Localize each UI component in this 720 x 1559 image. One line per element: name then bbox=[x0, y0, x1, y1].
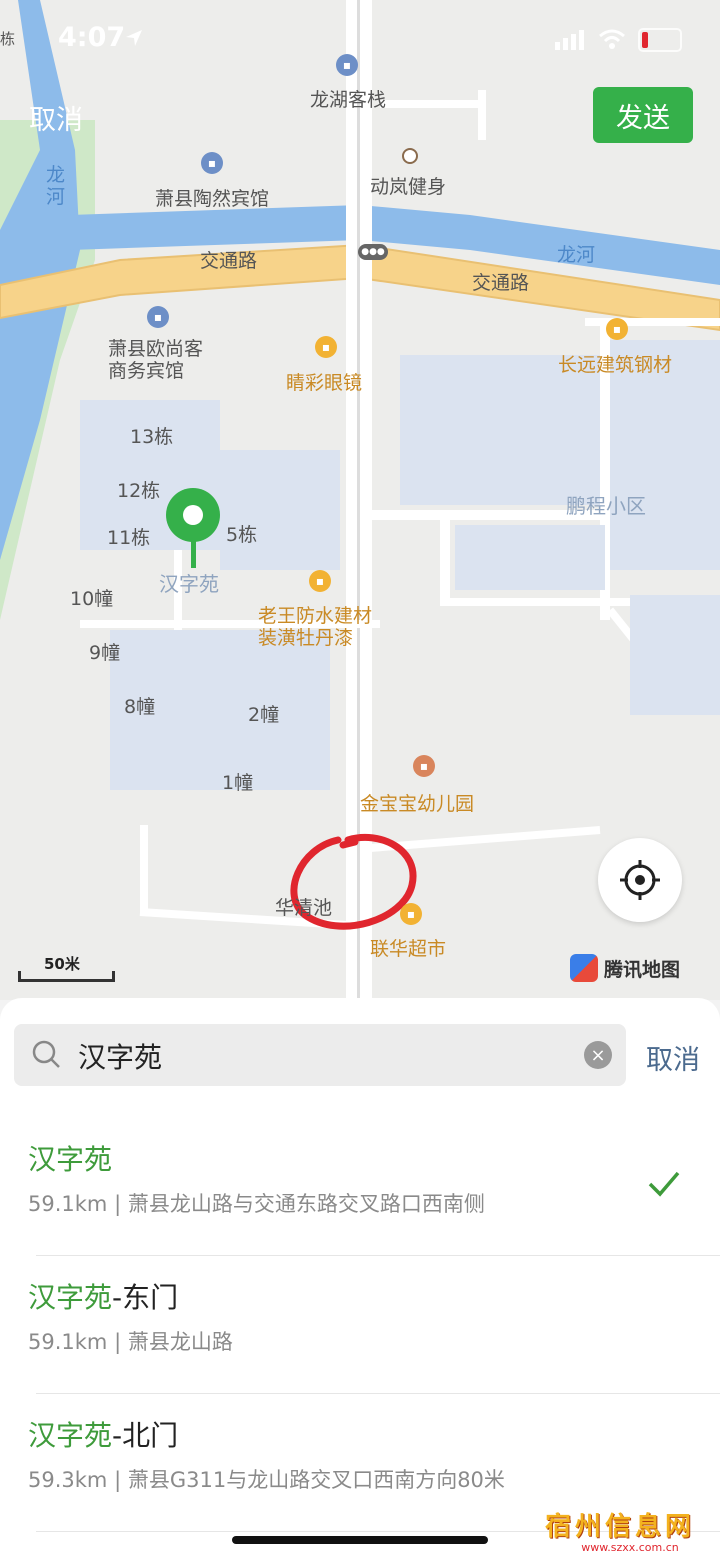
checkmark-icon bbox=[648, 1171, 680, 1197]
provider-label: 腾讯地图 bbox=[604, 958, 681, 981]
area-label: 汉字苑 bbox=[159, 572, 219, 596]
map-scale: 50米 bbox=[18, 953, 115, 983]
area-label: 鹏程小区 bbox=[566, 494, 646, 518]
crosshair-icon bbox=[620, 860, 660, 900]
poi-label[interactable]: 老王防水建材 装潢牡丹漆 bbox=[258, 605, 372, 649]
result-item[interactable]: 汉字苑 59.1km | 萧县龙山路与交通东路交叉路口西南侧 bbox=[0, 1118, 720, 1256]
traffic-light-icon: ●●● bbox=[358, 244, 388, 260]
building-label: 9幢 bbox=[89, 642, 121, 664]
building-label: 10幢 bbox=[70, 588, 114, 610]
building-label: 8幢 bbox=[124, 696, 156, 718]
status-bar: 4:07 bbox=[0, 0, 720, 80]
signal-icon bbox=[555, 30, 584, 50]
search-icon bbox=[32, 1040, 60, 1068]
poi-label[interactable]: 长远建筑钢材 bbox=[558, 350, 672, 377]
search-bar[interactable]: × bbox=[14, 1024, 626, 1086]
poi-label[interactable]: 龙湖客栈 bbox=[310, 85, 386, 112]
poi-label[interactable]: 萧县欧尚客 商务宾馆 bbox=[108, 338, 203, 382]
result-address: 59.1km | 萧县龙山路与交通东路交叉路口西南侧 bbox=[28, 1192, 485, 1216]
shop-icon[interactable]: ▪ bbox=[315, 336, 337, 358]
hotel-icon[interactable]: ▪ bbox=[201, 152, 223, 174]
search-input[interactable] bbox=[76, 1032, 560, 1080]
home-indicator[interactable] bbox=[232, 1536, 488, 1544]
gym-dot-icon[interactable] bbox=[402, 148, 418, 164]
result-address: 59.1km | 萧县龙山路 bbox=[28, 1330, 233, 1354]
road-label: 交通路 bbox=[200, 250, 258, 272]
poi-label[interactable]: 联华超市 bbox=[370, 934, 446, 961]
tencent-map-logo: 腾讯地图 bbox=[570, 952, 680, 984]
building-block bbox=[630, 595, 720, 715]
shop-icon[interactable]: ▪ bbox=[606, 318, 628, 340]
hotel-icon[interactable]: ▪ bbox=[147, 306, 169, 328]
school-icon[interactable]: ▪ bbox=[413, 755, 435, 777]
shop-icon[interactable]: ▪ bbox=[309, 570, 331, 592]
building-label: 13栋 bbox=[130, 426, 174, 448]
locate-me-button[interactable] bbox=[598, 838, 682, 922]
building-label: 11栋 bbox=[107, 527, 151, 549]
location-arrow-icon bbox=[126, 30, 142, 46]
map-view[interactable]: ▪ ▪ ▪ ▪ ▪ ▪ ▪ ▪ ●●● 龙湖客栈 动岚健身 萧县陶然宾馆 交通路… bbox=[0, 0, 720, 1000]
battery-icon bbox=[638, 28, 682, 52]
poi-label[interactable]: 睛彩眼镜 bbox=[286, 368, 362, 395]
site-watermark: 宿州信息网 www.szxx.com.cn bbox=[545, 1506, 715, 1556]
scale-label: 50米 bbox=[44, 955, 80, 973]
poi-label[interactable]: 金宝宝幼儿园 bbox=[360, 789, 474, 816]
location-pin-icon[interactable] bbox=[166, 488, 222, 568]
poi-label[interactable]: 华清池 bbox=[275, 893, 332, 920]
send-button[interactable]: 发送 bbox=[593, 87, 693, 143]
search-cancel-button[interactable]: 取消 bbox=[646, 1038, 700, 1077]
result-title: 汉字苑 bbox=[28, 1143, 113, 1176]
clock: 4:07 bbox=[58, 22, 126, 53]
road-label: 交通路 bbox=[472, 272, 530, 294]
poi-label[interactable]: 萧县陶然宾馆 bbox=[155, 184, 269, 211]
river-label: 龙 河 bbox=[46, 164, 66, 208]
building-block bbox=[455, 525, 605, 590]
building-label: 12栋 bbox=[117, 480, 161, 502]
river-label: 龙河 bbox=[557, 244, 596, 266]
cancel-button[interactable]: 取消 bbox=[29, 98, 83, 137]
wifi-icon bbox=[599, 29, 625, 49]
result-title: 汉字苑-东门 bbox=[28, 1281, 179, 1314]
building-block bbox=[400, 355, 600, 505]
search-sheet: × 取消 汉字苑 59.1km | 萧县龙山路与交通东路交叉路口西南侧 汉字苑-… bbox=[0, 998, 720, 1559]
compass-icon bbox=[570, 954, 598, 982]
watermark-brand: 宿州信息网 bbox=[545, 1512, 696, 1542]
result-item[interactable]: 汉字苑-东门 59.1km | 萧县龙山路 bbox=[0, 1256, 720, 1394]
poi-label[interactable]: 动岚健身 bbox=[370, 172, 446, 199]
building-label: 1幢 bbox=[222, 772, 254, 794]
send-label: 发送 bbox=[616, 102, 670, 134]
supermarket-icon[interactable]: ▪ bbox=[400, 903, 422, 925]
clear-icon[interactable]: × bbox=[584, 1041, 612, 1069]
building-label: 5栋 bbox=[226, 524, 258, 546]
result-address: 59.3km | 萧县G311与龙山路交叉口西南方向80米 bbox=[28, 1468, 505, 1492]
result-title: 汉字苑-北门 bbox=[28, 1419, 179, 1452]
building-block bbox=[220, 450, 340, 570]
building-label: 2幢 bbox=[248, 704, 280, 726]
